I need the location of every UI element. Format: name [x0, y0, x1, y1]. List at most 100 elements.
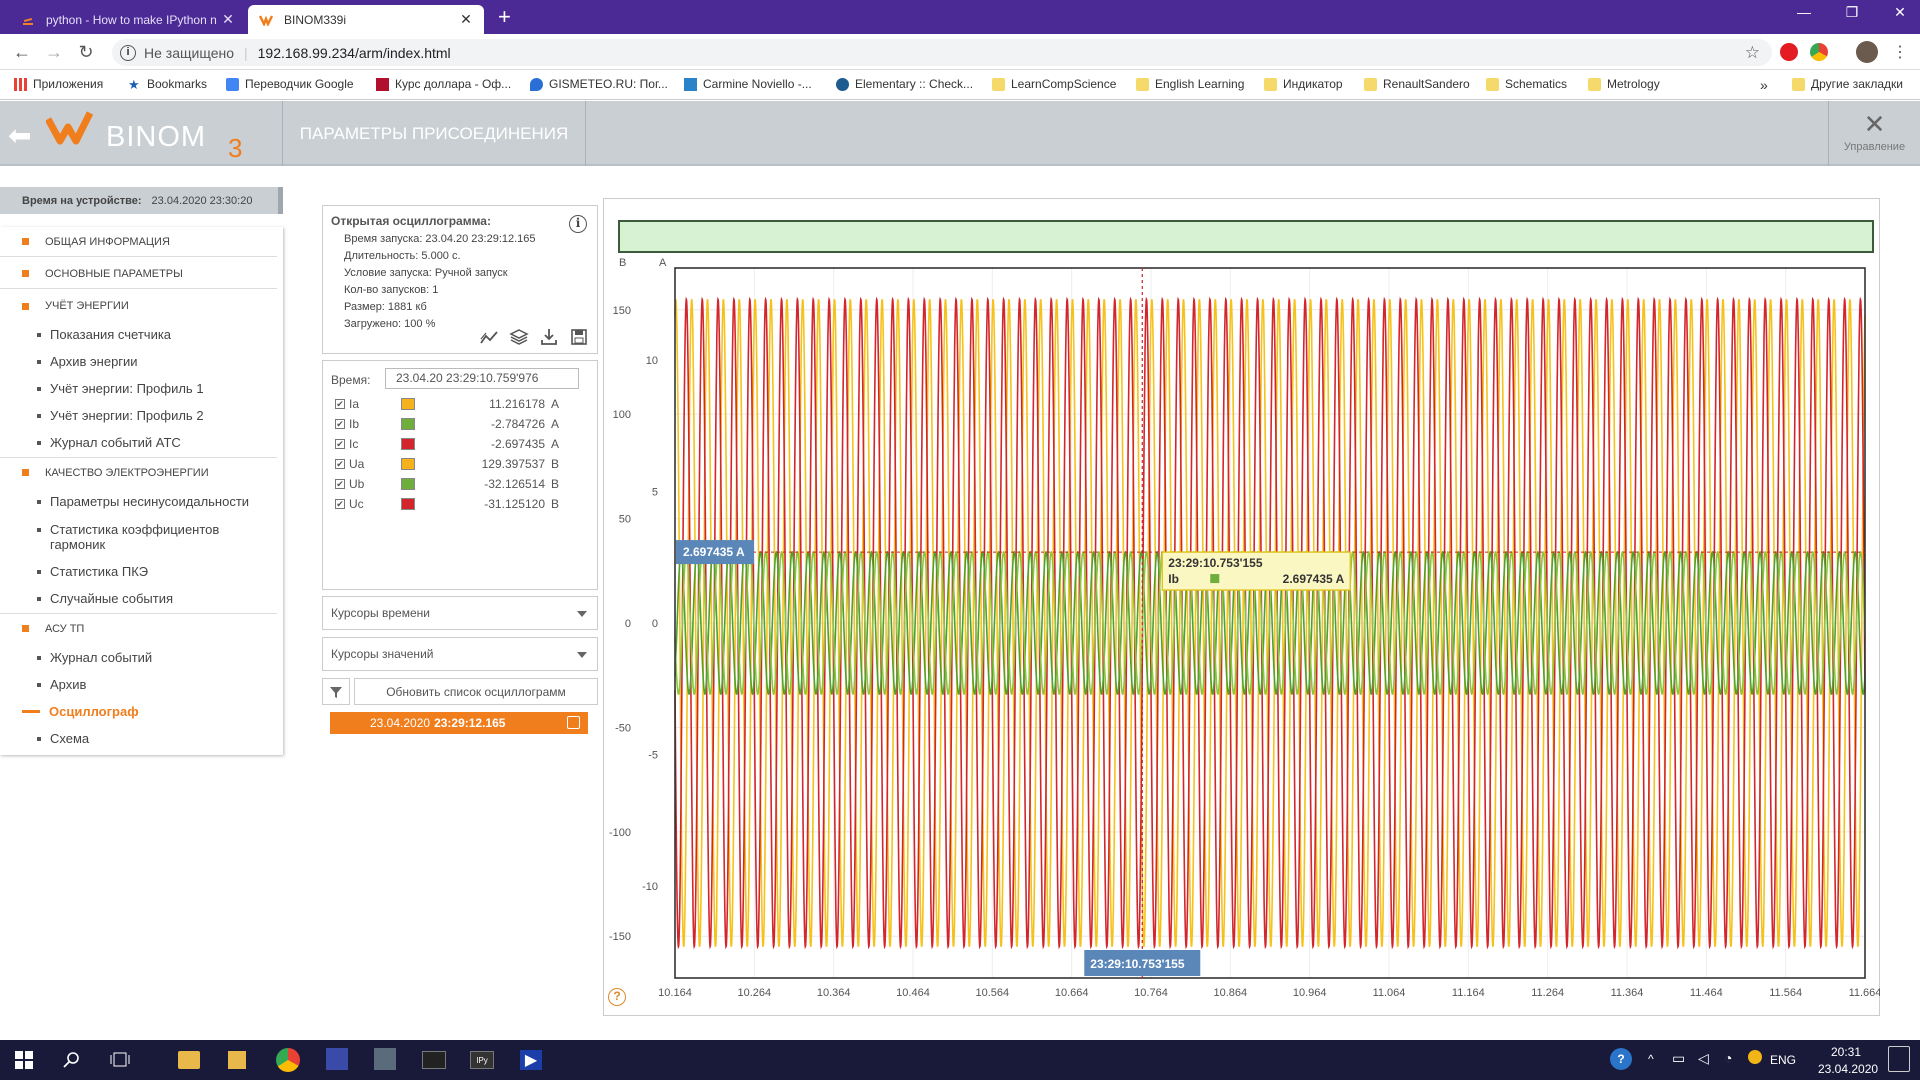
help-icon[interactable]: ? [608, 988, 626, 1006]
menu-item-harmonics-stats[interactable]: Статистика коэффициентов [37, 522, 219, 537]
bookmark-folder[interactable]: Schematics [1486, 77, 1567, 91]
tab-python[interactable]: python - How to make IPython n ✕ [10, 5, 246, 34]
filter-button[interactable] [322, 678, 350, 705]
menu-item-harmonics-stats-cont[interactable]: гармоник [50, 537, 105, 552]
network-app-icon[interactable] [374, 1048, 396, 1070]
menu-item-scheme[interactable]: Схема [37, 731, 89, 746]
color-swatch[interactable] [401, 418, 415, 430]
bookmark-apps[interactable]: Приложения [14, 77, 103, 91]
chrome-icon[interactable] [276, 1048, 300, 1072]
extension-icon[interactable] [1810, 43, 1828, 61]
menu-item-ats-log[interactable]: Журнал событий АТС [37, 435, 181, 450]
checkbox[interactable]: ✔ [335, 419, 345, 429]
reload-icon[interactable]: ↻ [74, 42, 98, 63]
forward-icon[interactable]: → [42, 42, 66, 63]
bookmark-item[interactable]: GISMETEO.RU: Пог... [530, 77, 668, 91]
color-swatch[interactable] [401, 438, 415, 450]
media-player-icon[interactable]: ▶ [520, 1050, 542, 1070]
opera-icon[interactable] [1780, 43, 1798, 61]
other-bookmarks[interactable]: Другие закладки [1792, 77, 1903, 91]
time-cursors-dropdown[interactable]: Курсоры времени [322, 596, 598, 630]
terminal-icon[interactable] [422, 1051, 446, 1069]
info-icon[interactable]: i [569, 215, 587, 233]
windows-start-icon[interactable] [12, 1048, 36, 1072]
search-icon[interactable] [60, 1048, 84, 1072]
bookmark-item[interactable]: Переводчик Google [226, 77, 354, 91]
menu-item-pqe-stats[interactable]: Статистика ПКЭ [37, 564, 148, 579]
refresh-oscillograms-button[interactable]: Обновить список осциллограмм [354, 678, 598, 705]
value-cursors-dropdown[interactable]: Курсоры значений [322, 637, 598, 671]
bookmark-item[interactable]: Курс доллара - Оф... [376, 77, 511, 91]
download-icon[interactable] [539, 327, 559, 347]
oscillogram-record[interactable]: 23.04.2020 23:29:12.165 [330, 712, 588, 734]
clock[interactable]: 20:31 23.04.2020 [1818, 1045, 1878, 1076]
close-icon[interactable]: ✕ [458, 11, 474, 28]
minimize-icon[interactable]: — [1784, 4, 1824, 20]
info-circle-icon[interactable]: i [120, 44, 136, 61]
battery-icon[interactable]: ▭ [1672, 1050, 1685, 1067]
weather-icon[interactable] [1748, 1050, 1762, 1064]
store-icon[interactable] [228, 1051, 246, 1069]
new-tab-button[interactable]: + [498, 4, 520, 30]
back-arrow-icon[interactable]: ⬅ [8, 119, 31, 152]
color-swatch[interactable] [401, 458, 415, 470]
layers-icon[interactable] [509, 327, 529, 347]
menu-section-energy[interactable]: УЧЁТ ЭНЕРГИИ [0, 291, 277, 321]
menu-item-oscillograph[interactable]: Осциллограф [22, 704, 139, 719]
bookmark-item[interactable]: Elementary :: Check... [836, 77, 973, 91]
bookmark-folder[interactable]: English Learning [1136, 77, 1244, 91]
help-tray-icon[interactable]: ? [1610, 1048, 1632, 1070]
channel-row[interactable]: ✔ Ic -2.697435 A [335, 435, 593, 453]
time-field[interactable]: 23.04.20 23:29:10.759'976 [385, 368, 579, 389]
channel-row[interactable]: ✔ Ib -2.784726 A [335, 415, 593, 433]
menu-section-general[interactable]: ОБЩАЯ ИНФОРМАЦИЯ [0, 227, 277, 257]
close-icon[interactable]: ✕ [220, 11, 236, 28]
bookmarks-more[interactable]: » [1760, 77, 1768, 93]
menu-item-event-log[interactable]: Журнал событий [37, 650, 152, 665]
menu-section-power-quality[interactable]: КАЧЕСТВО ЭЛЕКТРОЭНЕРГИИ [0, 457, 277, 487]
color-swatch[interactable] [401, 398, 415, 410]
bookmark-folder[interactable]: Metrology [1588, 77, 1660, 91]
oscillogram-chart[interactable]: B A 150100500-50-100-1501050-5-10 10.164… [603, 198, 1880, 1016]
bookmark-folder[interactable]: Индикатор [1264, 77, 1343, 91]
save-app-icon[interactable] [326, 1048, 348, 1070]
back-icon[interactable]: ← [10, 42, 34, 63]
save-icon[interactable] [569, 327, 589, 347]
tab-binom[interactable]: BINOM339i ✕ [248, 5, 484, 34]
menu-dots-icon[interactable]: ⋮ [1888, 42, 1912, 62]
menu-item-nonsinusoidal[interactable]: Параметры несинусоидальности [37, 494, 249, 509]
volume-icon[interactable]: ◁ [1698, 1050, 1709, 1067]
bookmark-folder[interactable]: RenaultSandero [1364, 77, 1470, 91]
menu-section-main-params[interactable]: ОСНОВНЫЕ ПАРАМЕТРЫ [0, 259, 277, 289]
tray-chevron-icon[interactable]: ^ [1648, 1052, 1654, 1066]
bookmark-item[interactable]: ★ Bookmarks [128, 77, 207, 91]
save-icon[interactable] [567, 716, 580, 729]
window-close-icon[interactable]: ✕ [1880, 4, 1920, 21]
url-field[interactable]: i Не защищено | 192.168.99.234/arm/index… [112, 39, 1772, 66]
color-swatch[interactable] [401, 478, 415, 490]
checkbox[interactable]: ✔ [335, 479, 345, 489]
avatar[interactable] [1856, 41, 1878, 63]
menu-item-energy-archive[interactable]: Архив энергии [37, 354, 138, 369]
checkbox[interactable]: ✔ [335, 439, 345, 449]
notifications-icon[interactable] [1888, 1046, 1910, 1072]
channel-row[interactable]: ✔ Ia 11.216178 A [335, 395, 593, 413]
menu-item-meter-readings[interactable]: Показания счетчика [37, 327, 171, 342]
manage-button[interactable]: ✕ Управление [1828, 101, 1920, 166]
channel-row[interactable]: ✔ Uc -31.125120 B [335, 495, 593, 513]
bookmark-item[interactable]: Carmine Noviello -... [684, 77, 812, 91]
menu-item-profile-1[interactable]: Учёт энергии: Профиль 1 [37, 381, 204, 396]
wifi-icon[interactable]: ◔ [1724, 1050, 1732, 1066]
restore-icon[interactable]: ❐ [1832, 4, 1872, 21]
channel-row[interactable]: ✔ Ua 129.397537 B [335, 455, 593, 473]
checkbox[interactable]: ✔ [335, 459, 345, 469]
task-view-icon[interactable] [108, 1048, 132, 1072]
checkbox[interactable]: ✔ [335, 499, 345, 509]
channel-row[interactable]: ✔ Ub -32.126514 B [335, 475, 593, 493]
menu-item-profile-2[interactable]: Учёт энергии: Профиль 2 [37, 408, 204, 423]
menu-item-random-events[interactable]: Случайные события [37, 591, 173, 606]
bookmark-folder[interactable]: LearnCompScience [992, 77, 1116, 91]
checkbox[interactable]: ✔ [335, 399, 345, 409]
menu-item-archive[interactable]: Архив [37, 677, 86, 692]
star-icon[interactable]: ☆ [1745, 43, 1760, 63]
